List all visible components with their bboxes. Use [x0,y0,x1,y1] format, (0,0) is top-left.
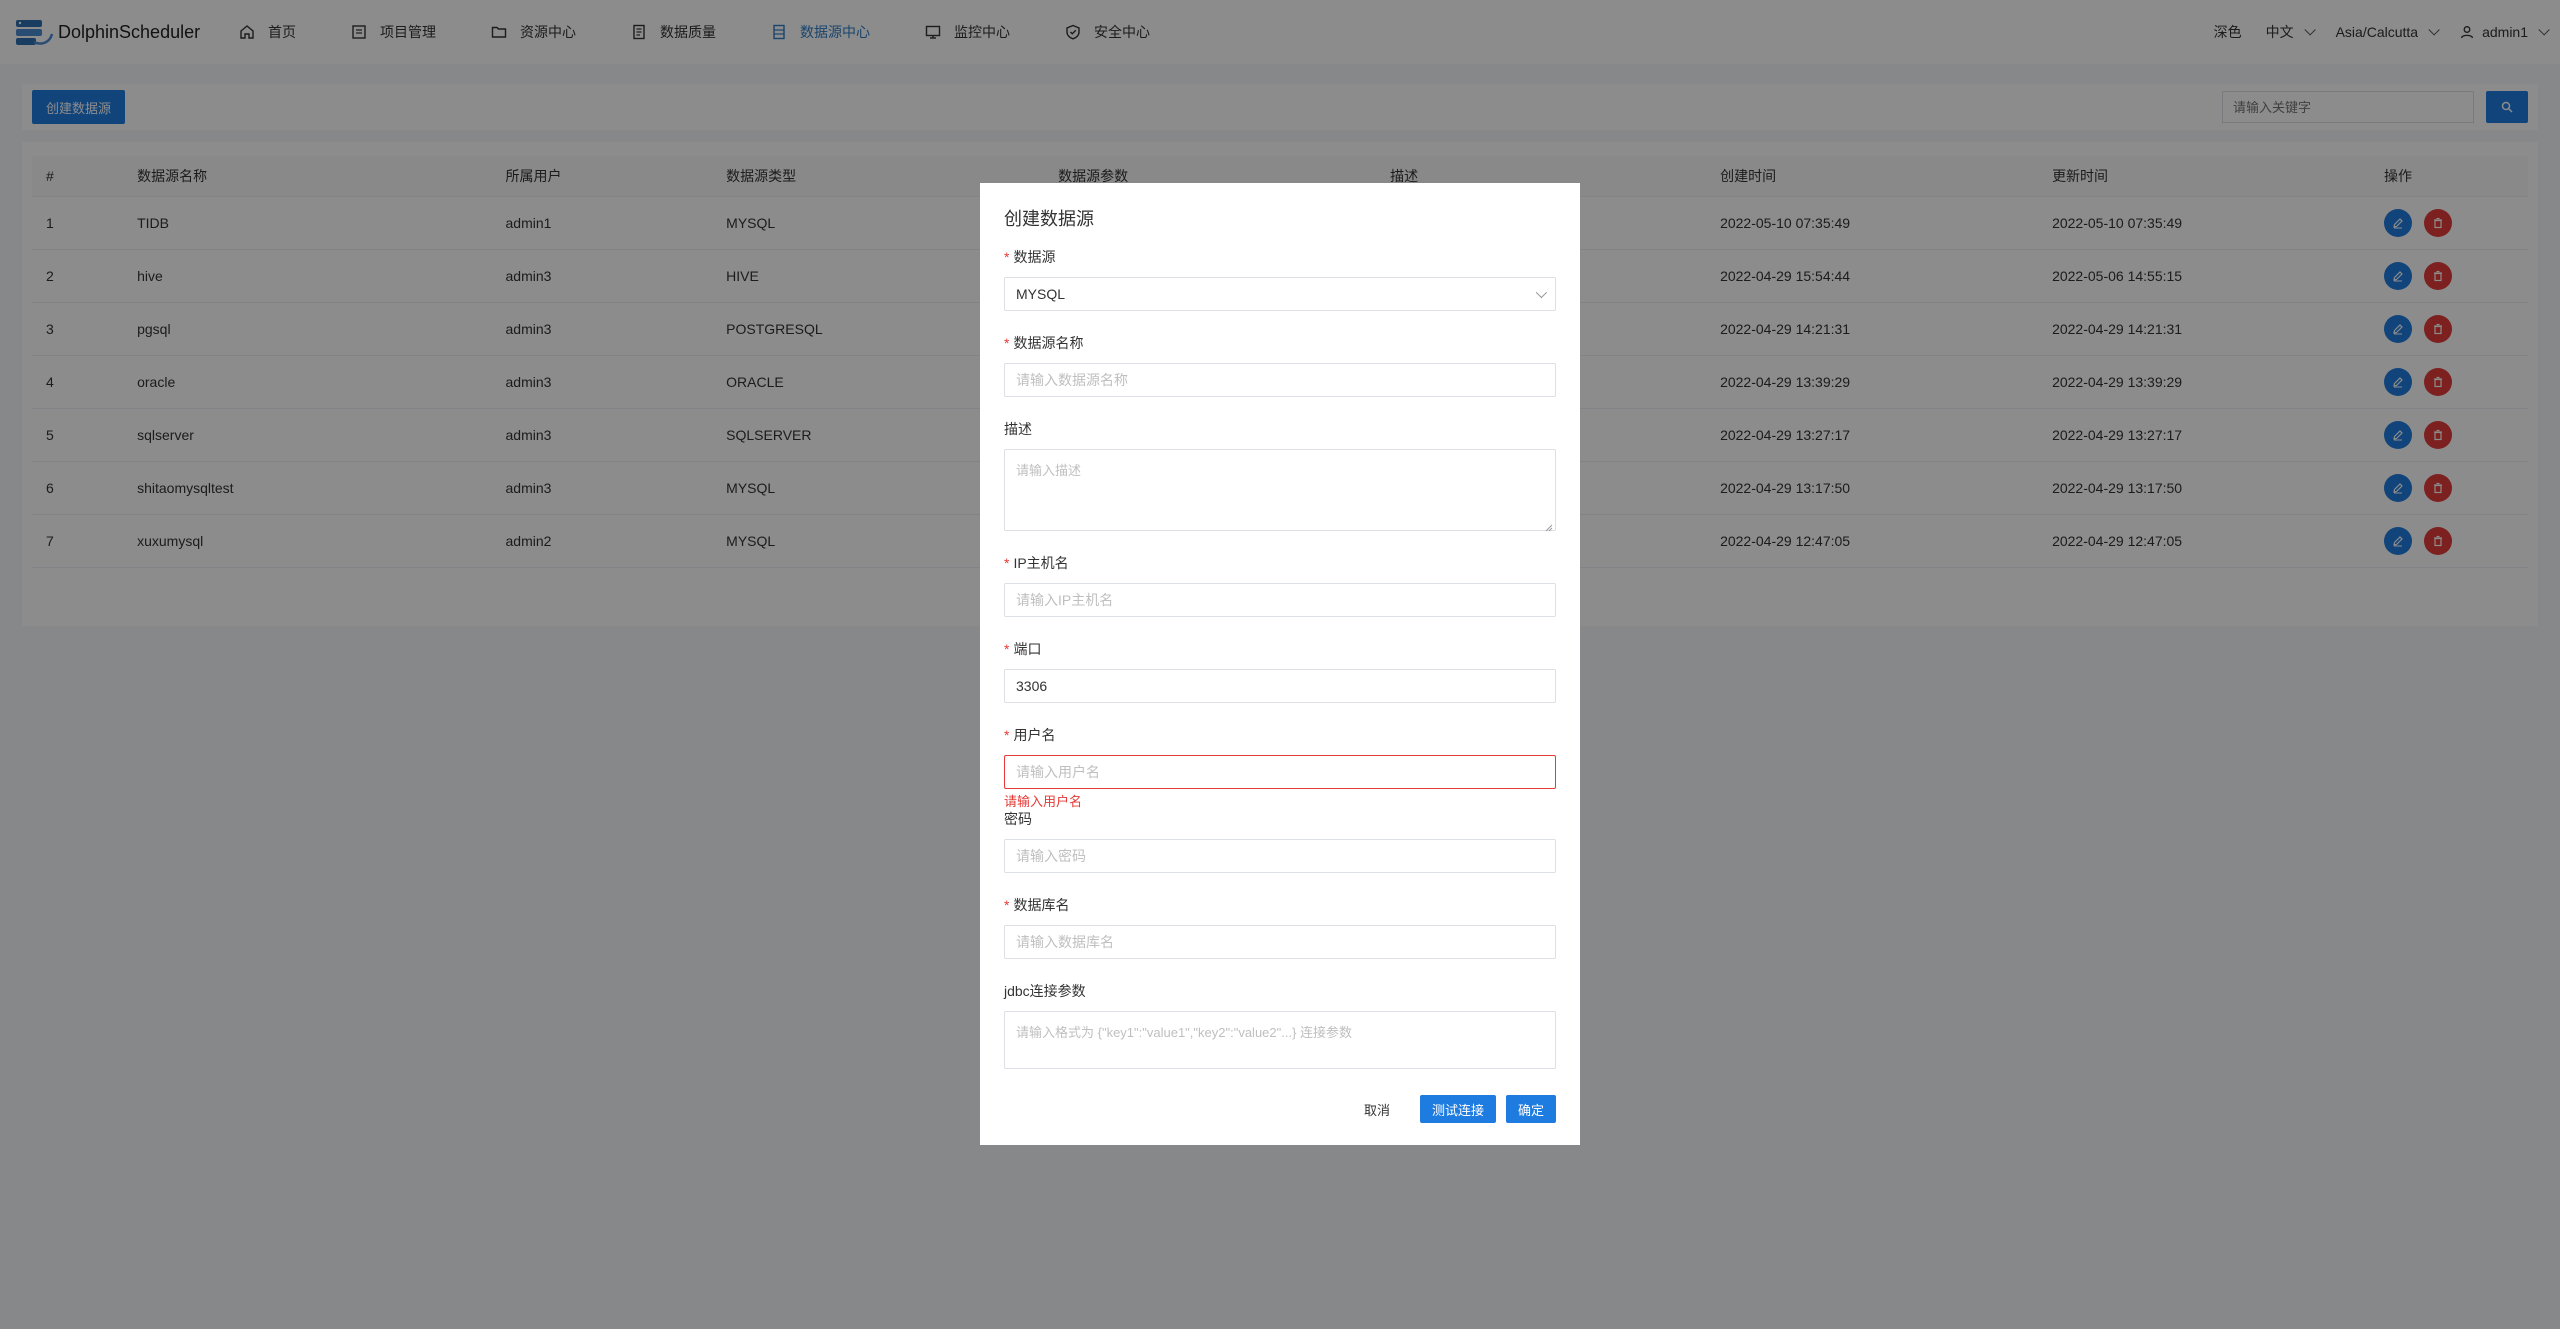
port-input[interactable]: 3306 [1004,669,1556,703]
username-error-message: 请输入用户名 [1004,794,1083,809]
jdbc-params-textarea[interactable]: 请输入格式为 {"key1":"value1","key2":"value2".… [1004,1011,1556,1069]
password-field: 密码 请输入密码 [1004,809,1556,873]
required-mark: * [1004,897,1010,913]
select-value: MYSQL [1016,286,1066,302]
datasource-name-field: * 数据源名称 请输入数据源名称 [1004,333,1556,397]
chevron-down-icon [1535,286,1548,299]
field-label: 端口 [1013,641,1042,657]
modal-footer: 取消 测试连接 确定 [1364,1095,1556,1123]
host-input[interactable]: 请输入IP主机名 [1004,583,1556,617]
field-label: jdbc连接参数 [1004,983,1086,999]
input-value: 3306 [1016,678,1048,694]
create-datasource-modal: 创建数据源 * 数据源 MYSQL * 数据源名称 请输入数据源名称 描述 请输入描… [980,183,1580,1145]
password-input[interactable]: 请输入密码 [1004,839,1556,873]
description-textarea[interactable]: 请输入描述 [1004,449,1556,532]
placeholder-text: 请输入描述 [1016,463,1082,478]
required-mark: * [1004,249,1010,265]
resize-handle-icon[interactable] [1545,520,1553,532]
required-mark: * [1004,335,1010,351]
placeholder-text: 请输入数据源名称 [1016,372,1128,388]
test-connection-button[interactable]: 测试连接 [1419,1095,1496,1123]
field-label: 用户名 [1013,727,1056,743]
required-mark: * [1004,641,1010,657]
confirm-button[interactable]: 确定 [1505,1095,1556,1123]
field-label: 密码 [1004,811,1032,827]
database-field: * 数据库名 请输入数据库名 [1004,895,1556,959]
placeholder-text: 请输入数据库名 [1016,934,1114,950]
host-field: * IP主机名 请输入IP主机名 [1004,553,1556,617]
field-label: IP主机名 [1013,555,1069,571]
username-field: * 用户名 请输入用户名 请输入用户名 [1004,725,1556,809]
placeholder-text: 请输入用户名 [1016,764,1100,780]
required-mark: * [1004,727,1010,743]
field-label: 数据源名称 [1013,335,1084,351]
placeholder-text: 请输入格式为 {"key1":"value1","key2":"value2".… [1016,1025,1353,1040]
datasource-type-field: * 数据源 MYSQL [1004,247,1556,311]
description-field: 描述 请输入描述 [1004,419,1556,532]
modal-title: 创建数据源 [1004,209,1094,229]
field-label: 数据源 [1013,249,1056,265]
placeholder-text: 请输入IP主机名 [1016,592,1114,608]
placeholder-text: 请输入密码 [1016,848,1086,864]
datasource-name-input[interactable]: 请输入数据源名称 [1004,363,1556,397]
field-label: 数据库名 [1013,897,1070,913]
jdbc-params-field: jdbc连接参数 请输入格式为 {"key1":"value1","key2":… [1004,981,1556,1069]
cancel-button[interactable]: 取消 [1364,1100,1390,1119]
database-input[interactable]: 请输入数据库名 [1004,925,1556,959]
datasource-type-select[interactable]: MYSQL [1004,277,1556,311]
port-field: * 端口 3306 [1004,639,1556,703]
required-mark: * [1004,555,1010,571]
field-label: 描述 [1004,421,1032,437]
username-input[interactable]: 请输入用户名 [1004,755,1556,789]
